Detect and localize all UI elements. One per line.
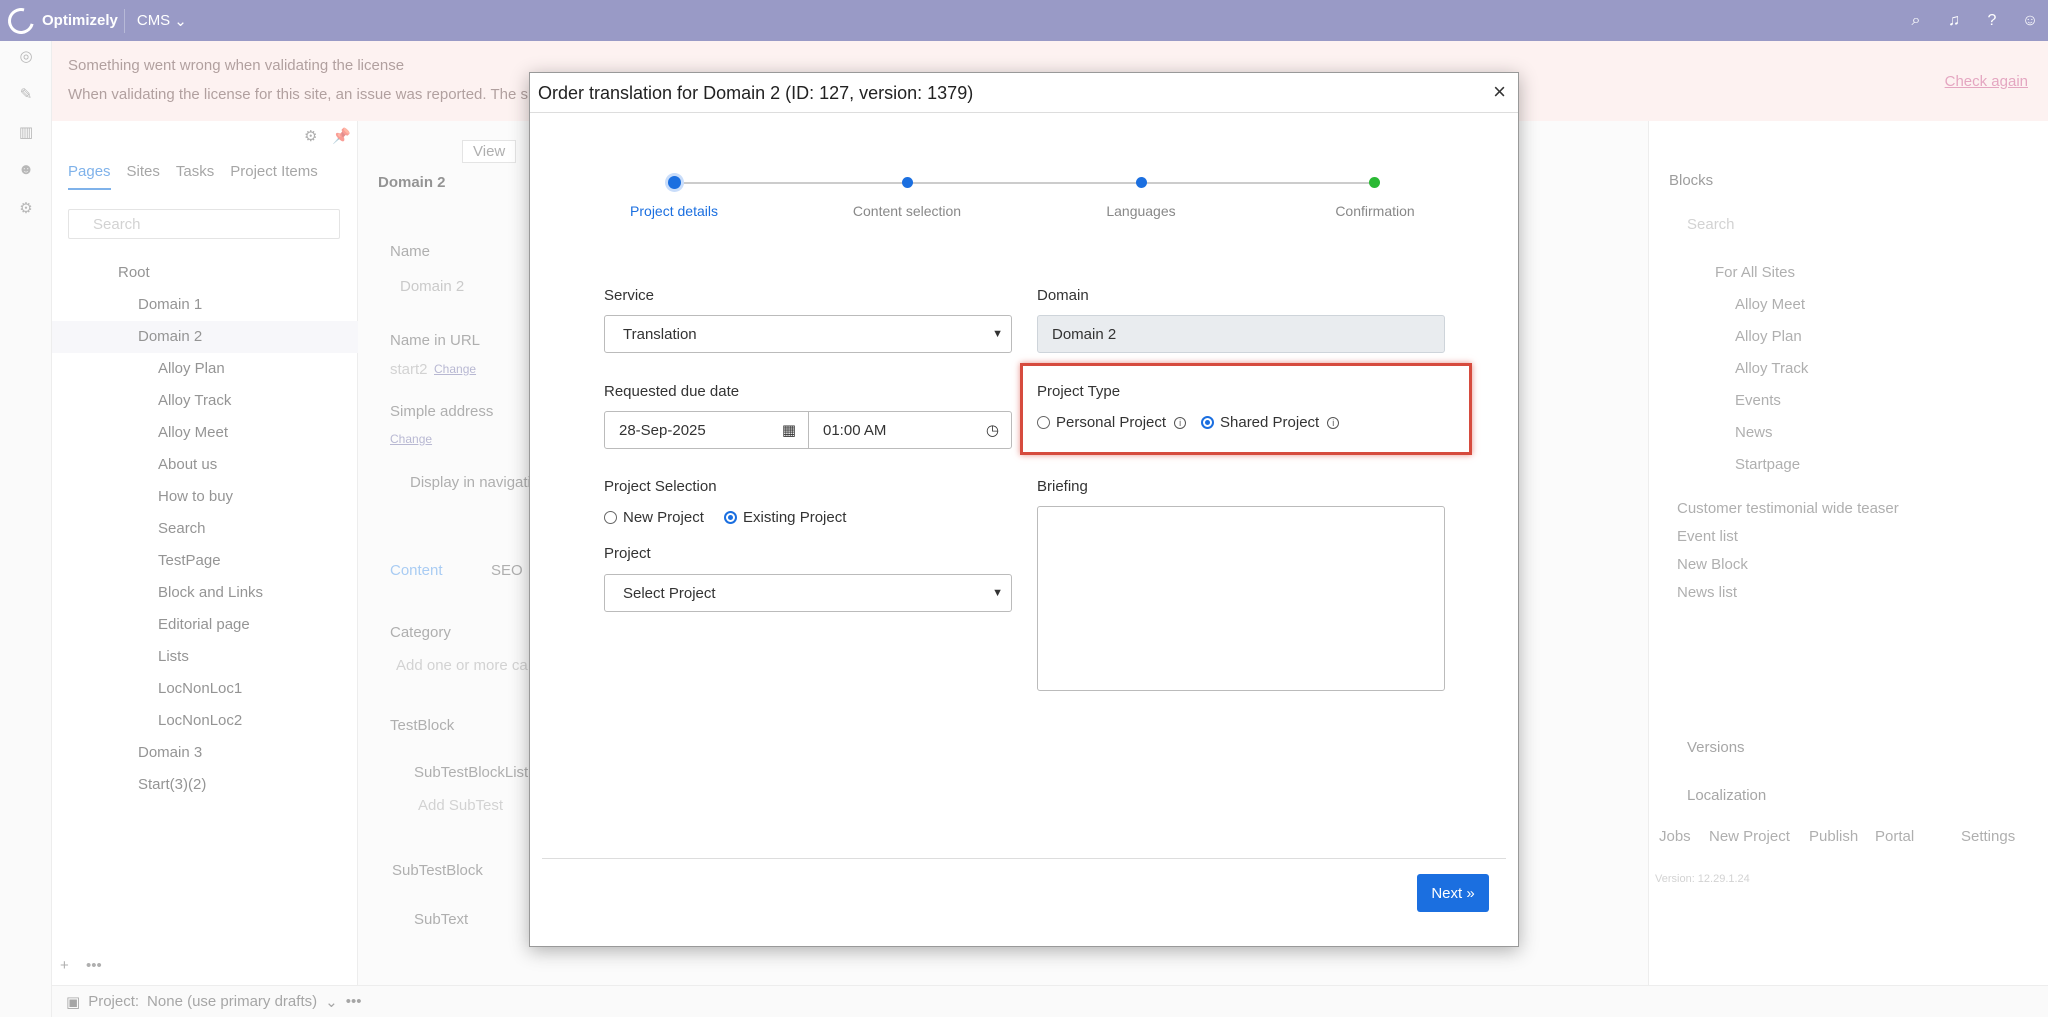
step-dot-content-selection xyxy=(902,177,913,188)
step-content-selection: Content selection xyxy=(852,203,962,219)
due-time-value: 01:00 AM xyxy=(823,421,887,439)
clock-icon[interactable]: ◷ xyxy=(986,421,999,439)
step-project-details: Project details xyxy=(630,203,718,219)
domain-field: Domain 2 xyxy=(1037,315,1445,353)
step-dot-languages xyxy=(1136,177,1147,188)
dialog-header: Order translation for Domain 2 (ID: 127,… xyxy=(530,73,1518,113)
next-button[interactable]: Next » xyxy=(1417,874,1489,912)
due-date-value: 28-Sep-2025 xyxy=(619,421,706,439)
due-date-label: Requested due date xyxy=(604,383,740,400)
domain-label: Domain xyxy=(1037,287,1089,304)
project-label: Project xyxy=(604,545,651,562)
dialog-title: Order translation for Domain 2 (ID: 127,… xyxy=(538,83,974,103)
step-languages: Languages xyxy=(1106,203,1176,219)
project-selection-label: Project Selection xyxy=(604,478,717,495)
dialog-footer-divider xyxy=(542,858,1506,859)
domain-value: Domain 2 xyxy=(1052,325,1117,343)
step-dot-project-details xyxy=(668,176,681,189)
service-value: Translation xyxy=(623,325,697,343)
step-dot-confirmation xyxy=(1369,177,1380,188)
briefing-label: Briefing xyxy=(1037,478,1088,495)
chevron-down-icon: ▼ xyxy=(992,328,1003,340)
existing-project-radio[interactable]: Existing Project xyxy=(724,509,846,526)
project-type-highlight xyxy=(1020,363,1472,455)
order-translation-dialog: Order translation for Domain 2 (ID: 127,… xyxy=(529,72,1519,947)
briefing-textarea[interactable] xyxy=(1037,506,1445,691)
step-confirmation: Confirmation xyxy=(1335,203,1415,219)
new-project-radio[interactable]: New Project xyxy=(604,509,704,526)
project-select[interactable]: Select Project ▼ xyxy=(604,574,1012,612)
radio-circle xyxy=(604,511,617,524)
close-icon[interactable]: × xyxy=(1493,79,1506,105)
due-time-input[interactable]: 01:00 AM ◷ xyxy=(808,411,1012,449)
service-select[interactable]: Translation ▼ xyxy=(604,315,1012,353)
new-project-label: New Project xyxy=(623,509,704,526)
project-select-value: Select Project xyxy=(623,584,716,602)
existing-project-label: Existing Project xyxy=(743,509,847,526)
due-date-input[interactable]: 28-Sep-2025 ▦ xyxy=(604,411,809,449)
stepper-line xyxy=(674,182,1374,184)
service-label: Service xyxy=(604,287,655,304)
calendar-icon[interactable]: ▦ xyxy=(782,421,796,439)
radio-circle-selected xyxy=(724,511,737,524)
chevron-down-icon: ▼ xyxy=(992,587,1003,599)
